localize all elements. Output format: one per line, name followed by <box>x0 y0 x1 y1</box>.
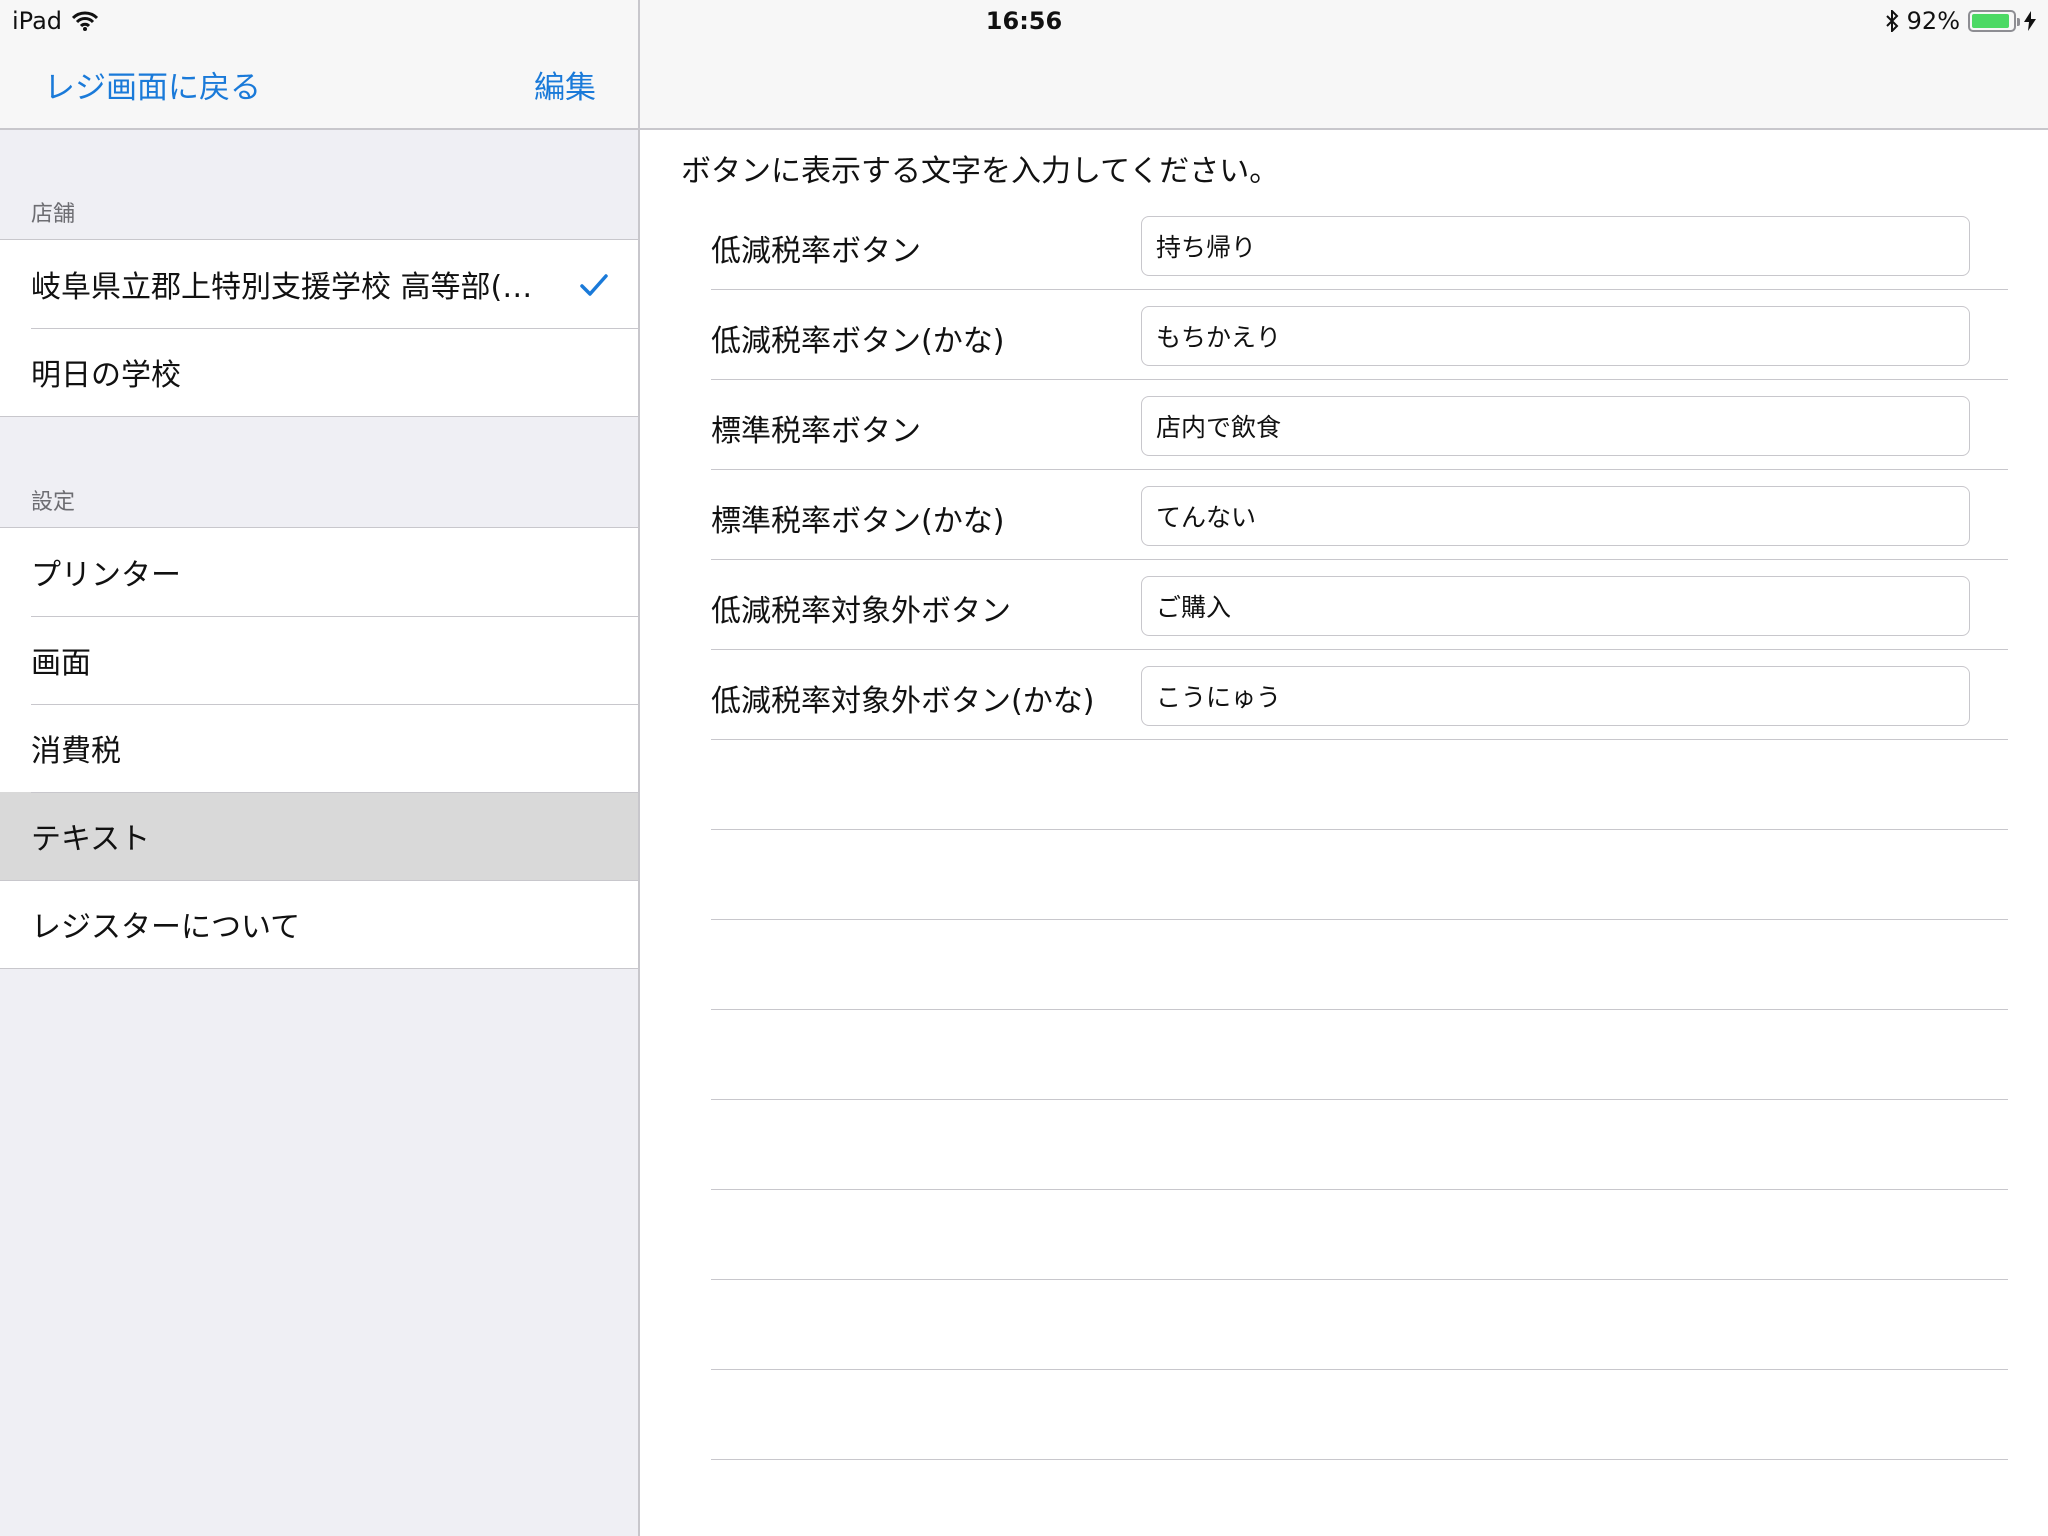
charging-bolt-icon <box>2024 11 2036 31</box>
standard-rate-button-text-field[interactable] <box>1141 396 1970 456</box>
field-label: 低減税率対象外ボタン(かな) <box>711 684 1095 719</box>
edit-button[interactable]: 編集 <box>534 62 596 107</box>
bluetooth-icon <box>1885 10 1899 32</box>
sidebar-item-label: 画面 <box>31 646 91 681</box>
empty-table-row <box>711 1010 2008 1100</box>
form-row: 低減税率ボタン <box>711 200 2008 290</box>
sidebar-item-printer[interactable]: プリンター <box>0 528 638 616</box>
form-row: 低減税率対象外ボタン <box>711 560 2008 650</box>
sidebar-item-screen[interactable]: 画面 <box>0 616 638 704</box>
sidebar-item-text[interactable]: テキスト <box>0 792 638 880</box>
standard-rate-button-kana-field[interactable] <box>1141 486 1970 546</box>
non-reduced-rate-button-text-field[interactable] <box>1141 576 1970 636</box>
store-item-ashita[interactable]: 明日の学校 <box>0 328 638 416</box>
field-label: 低減税率ボタン <box>711 234 921 269</box>
sidebar-item-label: プリンター <box>31 558 181 593</box>
instruction-text: ボタンに表示する文字を入力してください。 <box>681 154 1280 189</box>
sidebar-item-about-register[interactable]: レジスターについて <box>0 880 638 968</box>
text-settings-form: 低減税率ボタン 低減税率ボタン(かな) 標準税率ボタン 標準税率ボタン(かな) … <box>711 200 2008 1460</box>
back-to-register-button[interactable]: レジ画面に戻る <box>44 62 261 107</box>
sidebar-item-consumption-tax[interactable]: 消費税 <box>0 704 638 792</box>
status-bar: iPad 16:56 92% <box>0 0 2048 42</box>
form-row: 標準税率ボタン <box>711 380 2008 470</box>
field-label: 低減税率対象外ボタン <box>711 594 1011 629</box>
empty-table-row <box>711 1280 2008 1370</box>
status-time: 16:56 <box>985 7 1063 35</box>
form-row: 低減税率ボタン(かな) <box>711 290 2008 380</box>
battery-percent: 92% <box>1906 7 1960 35</box>
store-item-label: 明日の学校 <box>31 358 181 393</box>
sidebar-item-label: テキスト <box>31 822 151 857</box>
checkmark-icon <box>580 270 608 305</box>
empty-table-row <box>711 1370 2008 1460</box>
non-reduced-rate-button-kana-field[interactable] <box>1141 666 1970 726</box>
battery-icon <box>1968 10 2020 32</box>
detail-pane: ボタンに表示する文字を入力してください。 低減税率ボタン 低減税率ボタン(かな)… <box>640 0 2048 1536</box>
field-label: 低減税率ボタン(かな) <box>711 324 1005 359</box>
empty-table-row <box>711 830 2008 920</box>
master-pane: レジ画面に戻る 編集 店舗 岐阜県立郡上特別支援学校 高等部(… 明日の学校 設… <box>0 0 640 1536</box>
empty-table-row <box>711 740 2008 830</box>
store-item-gujo[interactable]: 岐阜県立郡上特別支援学校 高等部(… <box>0 240 638 328</box>
reduced-rate-button-text-field[interactable] <box>1141 216 1970 276</box>
empty-table-row <box>711 920 2008 1010</box>
form-row: 標準税率ボタン(かな) <box>711 470 2008 560</box>
sidebar-item-label: 消費税 <box>31 734 121 769</box>
empty-table-row <box>711 1190 2008 1280</box>
section-header-settings: 設定 <box>31 490 76 515</box>
sidebar-item-label: レジスターについて <box>31 910 301 945</box>
battery-tip <box>2017 18 2020 26</box>
field-label: 標準税率ボタン <box>711 414 921 449</box>
form-row: 低減税率対象外ボタン(かな) <box>711 650 2008 740</box>
field-label: 標準税率ボタン(かな) <box>711 504 1005 539</box>
empty-table-row <box>711 1100 2008 1190</box>
stores-group: 岐阜県立郡上特別支援学校 高等部(… 明日の学校 <box>0 239 638 417</box>
battery-level-fill <box>1972 14 2009 28</box>
settings-group: プリンター 画面 消費税 テキスト レジスターについて <box>0 527 638 969</box>
section-header-stores: 店舗 <box>31 202 76 227</box>
reduced-rate-button-kana-field[interactable] <box>1141 306 1970 366</box>
store-item-label: 岐阜県立郡上特別支援学校 高等部(… <box>31 270 533 305</box>
